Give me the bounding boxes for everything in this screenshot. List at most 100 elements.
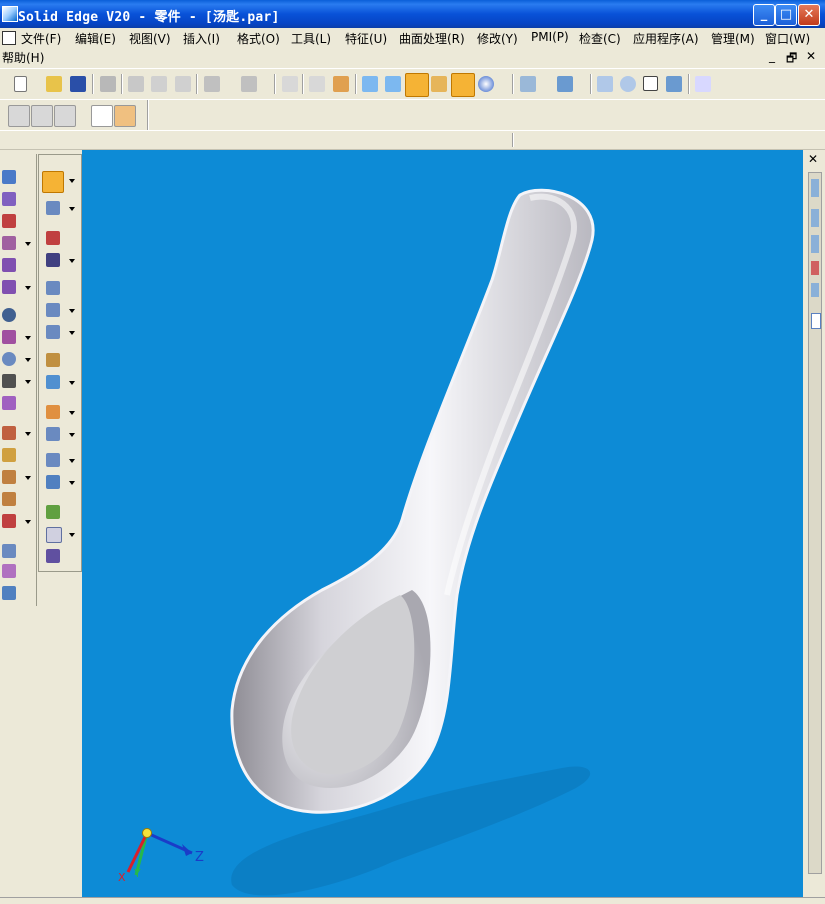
menu-applications[interactable]: 应用程序(A) xyxy=(633,30,699,47)
cutout-icon[interactable] xyxy=(2,214,16,228)
menu-file[interactable]: 文件(F) xyxy=(21,30,61,47)
save-icon[interactable] xyxy=(70,76,86,92)
part-copy-icon[interactable] xyxy=(2,564,16,578)
extend-icon[interactable] xyxy=(46,475,60,489)
lip-dropdown[interactable] xyxy=(25,358,31,362)
normal-plane-dropdown[interactable] xyxy=(69,309,75,313)
chamfer-icon[interactable] xyxy=(2,448,16,462)
variables-tab-icon[interactable] xyxy=(811,283,819,297)
attach-icon[interactable] xyxy=(2,586,16,600)
document-icon[interactable] xyxy=(2,31,16,45)
draft-dropdown[interactable] xyxy=(25,432,31,436)
maximize-button[interactable]: □ xyxy=(775,4,797,26)
menu-manage[interactable]: 管理(M) xyxy=(711,30,755,47)
draft-icon[interactable] xyxy=(2,426,16,440)
web-dropdown[interactable] xyxy=(25,336,31,340)
menu-view[interactable]: 视图(V) xyxy=(129,30,171,47)
split-icon[interactable] xyxy=(46,427,60,441)
menu-insert[interactable]: 插入(I) xyxy=(183,30,220,47)
bluesurf-dropdown[interactable] xyxy=(69,381,75,385)
menu-edit[interactable]: 编辑(E) xyxy=(75,30,116,47)
menu-tools[interactable]: 工具(L) xyxy=(291,30,331,47)
offset-surface-dropdown[interactable] xyxy=(69,459,75,463)
paste-icon[interactable] xyxy=(175,76,191,92)
sketch-plane-dropdown[interactable] xyxy=(69,207,75,211)
coordinate-system-icon[interactable] xyxy=(46,231,60,245)
thin-wall-dropdown[interactable] xyxy=(25,286,31,290)
offset-surface-icon[interactable] xyxy=(46,453,60,467)
library-tab-icon[interactable] xyxy=(811,235,819,253)
curve-icon[interactable] xyxy=(46,505,60,519)
sensors-tab-icon[interactable] xyxy=(811,261,819,275)
fit-icon[interactable] xyxy=(643,76,658,91)
lip-icon[interactable] xyxy=(2,352,16,366)
mdi-close-button[interactable]: ✕ xyxy=(806,49,816,63)
offset-plane-icon[interactable] xyxy=(46,325,60,339)
properties-icon[interactable] xyxy=(282,76,298,92)
cut-icon[interactable] xyxy=(128,76,144,92)
minimize-button[interactable]: _ xyxy=(753,4,775,26)
hole-icon[interactable] xyxy=(2,236,16,250)
offset-plane-dropdown[interactable] xyxy=(69,331,75,335)
mirror-tool-icon[interactable] xyxy=(114,105,136,127)
menu-features[interactable]: 特征(U) xyxy=(345,30,387,47)
mdi-minimize-button[interactable]: _ xyxy=(769,49,775,63)
menu-surfacing[interactable]: 曲面处理(R) xyxy=(399,30,465,47)
layers-tab-icon[interactable] xyxy=(811,209,819,227)
menu-format[interactable]: 格式(O) xyxy=(237,30,280,47)
layout-tool-icon[interactable] xyxy=(54,105,76,127)
pattern-dropdown[interactable] xyxy=(25,520,31,524)
inspect-icon[interactable] xyxy=(333,76,349,92)
region-icon[interactable] xyxy=(46,527,62,543)
rib-icon[interactable] xyxy=(2,308,16,322)
spoon-model-svg[interactable]: Z Y X xyxy=(82,150,803,897)
sketch-tool-icon[interactable] xyxy=(8,105,30,127)
round-icon[interactable] xyxy=(2,258,16,272)
graphics-viewport[interactable]: Z Y X xyxy=(82,150,803,897)
web-network-icon[interactable] xyxy=(2,330,16,344)
bluesurf-icon[interactable] xyxy=(46,375,60,389)
select-tool-icon[interactable] xyxy=(309,76,325,92)
hole-dropdown[interactable] xyxy=(25,242,31,246)
sketch-plane-icon[interactable] xyxy=(46,201,60,215)
thread-dropdown[interactable] xyxy=(25,476,31,480)
pan-icon[interactable] xyxy=(666,76,682,92)
close-button[interactable]: ✕ xyxy=(798,4,820,26)
shaded-view-icon[interactable] xyxy=(405,73,429,97)
rotate-dropdown[interactable] xyxy=(69,259,75,263)
normal-plane-icon[interactable] xyxy=(46,303,60,317)
intersect-dropdown[interactable] xyxy=(69,411,75,415)
solid-edge-app-icon[interactable] xyxy=(2,6,18,22)
plane-icon[interactable] xyxy=(46,281,60,295)
helix-icon[interactable] xyxy=(2,492,16,506)
region-dropdown[interactable] xyxy=(69,533,75,537)
vent-dropdown[interactable] xyxy=(25,380,31,384)
view-orient-icon[interactable] xyxy=(557,76,573,92)
stitch-icon[interactable] xyxy=(46,549,60,563)
mdi-restore-button[interactable]: 🗗 xyxy=(786,49,797,70)
select-dropdown[interactable] xyxy=(69,179,75,183)
pattern-icon[interactable] xyxy=(2,514,16,528)
extend-dropdown[interactable] xyxy=(69,481,75,485)
undo-icon[interactable] xyxy=(204,76,220,92)
surface-icon[interactable] xyxy=(46,353,60,367)
rotate-icon[interactable] xyxy=(46,253,60,267)
menu-help[interactable]: 帮助(H) xyxy=(2,49,44,66)
revolve-icon[interactable] xyxy=(2,192,16,206)
select-arrow-icon[interactable] xyxy=(42,171,64,193)
visible-edges-icon[interactable] xyxy=(451,73,475,97)
split-dropdown[interactable] xyxy=(69,433,75,437)
zoom-icon[interactable] xyxy=(620,76,636,92)
menu-pmi[interactable]: PMI(P) xyxy=(531,30,569,44)
feature-library-tab-icon[interactable] xyxy=(811,313,821,329)
thin-wall-icon[interactable] xyxy=(2,280,16,294)
menu-inspect[interactable]: 检查(C) xyxy=(579,30,621,47)
view-cube-icon[interactable] xyxy=(362,76,378,92)
pathfinder-tab-icon[interactable] xyxy=(811,179,819,197)
pattern-tool-icon[interactable] xyxy=(91,105,113,127)
display-config-icon[interactable] xyxy=(520,76,536,92)
vent-icon[interactable] xyxy=(2,374,16,388)
thread-icon[interactable] xyxy=(2,470,16,484)
print-icon[interactable] xyxy=(100,76,116,92)
whats-this-help-icon[interactable] xyxy=(695,76,711,92)
